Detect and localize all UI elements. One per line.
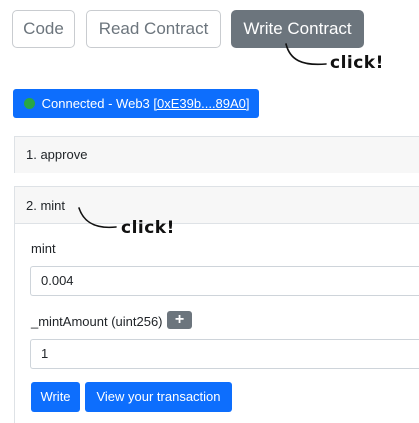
connected-status-label: Connected - Web3 <box>41 96 154 111</box>
function-card-approve: 1. approve <box>14 136 419 173</box>
annotation-click-write-tab: click! <box>330 53 384 73</box>
connected-status-dot-icon <box>24 98 35 109</box>
view-transaction-button[interactable]: View your transaction <box>85 382 232 412</box>
write-button[interactable]: Write <box>31 382 80 412</box>
write-contract-page: Code Read Contract Write Contract click!… <box>0 0 419 423</box>
payable-amount-label: mint <box>31 241 56 256</box>
mint-amount-label: _mintAmount (uint256) <box>31 314 163 329</box>
add-param-button[interactable]: + <box>167 311 192 329</box>
function-header-approve[interactable]: 1. approve <box>15 137 419 173</box>
annotation-click-mint: click! <box>121 218 175 238</box>
mint-amount-input[interactable]: 1 <box>30 339 419 369</box>
tab-read-contract[interactable]: Read Contract <box>86 10 221 48</box>
tab-code[interactable]: Code <box>12 10 75 48</box>
wallet-address-link[interactable]: [0xE39b....89A0] <box>153 96 249 111</box>
payable-amount-input[interactable]: 0.004 <box>30 266 419 296</box>
annotation-arrow-curve <box>78 207 117 229</box>
wallet-connected-status: Connected - Web3 [0xE39b....89A0] <box>13 89 259 118</box>
